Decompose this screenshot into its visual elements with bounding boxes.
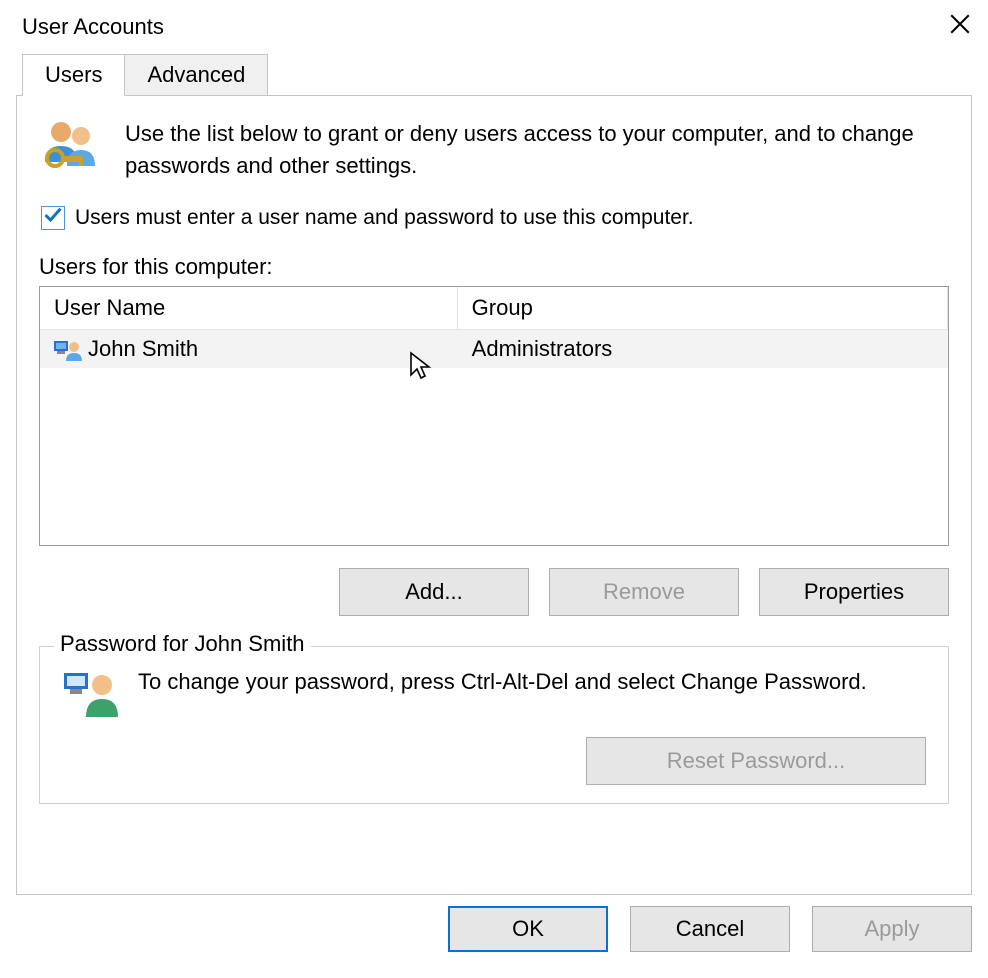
add-button[interactable]: Add... [339,568,529,616]
require-password-checkbox[interactable] [41,206,65,230]
close-icon [950,14,970,40]
password-user-icon [62,667,120,721]
close-button[interactable] [932,5,988,49]
tab-advanced[interactable]: Advanced [124,54,268,96]
user-icon [54,337,82,361]
ok-button[interactable]: OK [448,906,608,952]
require-password-label: Users must enter a user name and passwor… [75,206,694,230]
password-groupbox-legend: Password for John Smith [54,631,311,657]
user-name-cell: John Smith [88,336,198,362]
remove-button[interactable]: Remove [549,568,739,616]
user-group-cell: Administrators [472,336,613,362]
reset-password-button[interactable]: Reset Password... [586,737,926,785]
users-listbox[interactable]: User Name Group John Smith [39,286,949,546]
users-list-label: Users for this computer: [39,254,949,280]
window-title: User Accounts [22,14,164,40]
column-username[interactable]: User Name [40,287,458,329]
table-row[interactable]: John Smith Administrators [40,330,948,368]
tab-users[interactable]: Users [22,54,125,96]
checkmark-icon [43,205,63,231]
users-list-header: User Name Group [40,287,948,330]
properties-button[interactable]: Properties [759,568,949,616]
users-key-icon [39,118,103,174]
cancel-button[interactable]: Cancel [630,906,790,952]
apply-button[interactable]: Apply [812,906,972,952]
column-group[interactable]: Group [458,287,948,329]
password-instructions: To change your password, press Ctrl-Alt-… [138,667,867,698]
intro-text: Use the list below to grant or deny user… [125,118,949,182]
